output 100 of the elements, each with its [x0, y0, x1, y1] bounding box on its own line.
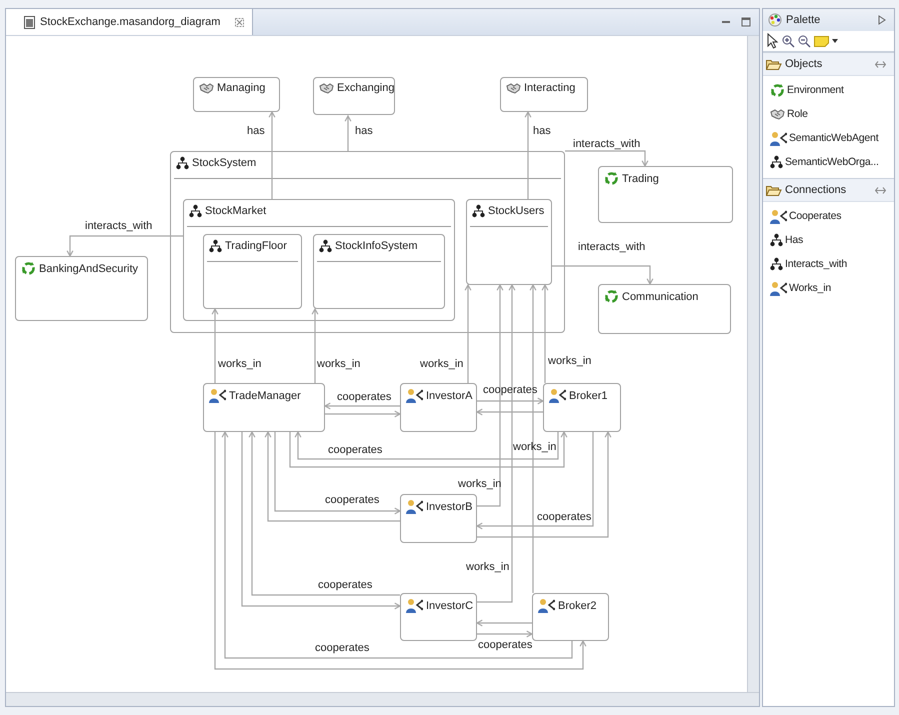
vertical-scrollbar[interactable]: [747, 36, 759, 692]
connector-label: has: [355, 125, 373, 137]
agent-icon: [770, 130, 787, 146]
connector-label: works_in: [466, 561, 510, 573]
organization-icon: [189, 204, 202, 218]
node-label: Trading: [622, 172, 659, 184]
connector-label: cooperates: [478, 639, 532, 651]
open-folder-icon: [766, 58, 782, 70]
palette-icon: [768, 13, 782, 27]
organization-node[interactable]: StockUsers: [466, 199, 552, 285]
pointer-icon[interactable]: [767, 33, 779, 49]
connector-arrow[interactable]: [542, 284, 548, 383]
organization-node[interactable]: StockSystem StockMarket TradingFloor StockInfoSystem StockUsers: [170, 151, 565, 333]
agent-icon: [406, 598, 423, 613]
node-label: InvestorC: [426, 600, 474, 612]
close-icon[interactable]: [235, 18, 244, 26]
connector-arrow[interactable]: [552, 265, 654, 286]
organization-icon: [319, 239, 332, 253]
connector-label: has: [533, 125, 551, 137]
palette-item[interactable]: Works_in: [763, 276, 894, 300]
agent-node[interactable]: InvestorB: [400, 494, 477, 543]
palette-item[interactable]: Has: [763, 228, 894, 252]
connector-label: works_in: [548, 355, 592, 367]
node-label: StockMarket: [205, 205, 266, 217]
node-label: StockSystem: [192, 157, 256, 169]
connector-arrow[interactable]: [268, 110, 276, 199]
connector-label: has: [247, 125, 265, 137]
connector-arrow[interactable]: [344, 114, 352, 151]
connector-label: cooperates: [483, 384, 538, 396]
agent-icon: [770, 208, 787, 224]
organization-node[interactable]: TradingFloor: [203, 234, 302, 309]
node-label: StockInfoSystem: [335, 240, 418, 252]
node-label: TradeManager: [229, 390, 301, 402]
horizontal-scrollbar[interactable]: [6, 692, 759, 706]
node-label: Interacting: [524, 82, 576, 94]
connector-label: interacts_with: [578, 241, 646, 253]
connector-arrow[interactable]: [312, 308, 318, 383]
connector-arrow[interactable]: [464, 284, 472, 383]
palette-item[interactable]: Cooperates: [763, 204, 894, 228]
connector-label: cooperates: [337, 391, 392, 403]
agent-node[interactable]: InvestorA: [400, 383, 477, 432]
node-label: InvestorB: [426, 500, 472, 512]
palette-item[interactable]: Role: [763, 102, 894, 126]
connector-label: works_in: [458, 478, 502, 490]
file-icon: [24, 16, 35, 28]
organization-node[interactable]: StockMarket TradingFloor StockInfoSystem: [183, 199, 455, 321]
organization-icon: [770, 233, 783, 247]
connector-arrow[interactable]: [324, 402, 402, 418]
connector-label: cooperates: [315, 642, 370, 654]
environment-node[interactable]: Trading: [598, 166, 733, 223]
agent-icon: [770, 280, 787, 296]
connector-arrow[interactable]: [66, 235, 183, 258]
node-label: Broker1: [569, 390, 608, 402]
connector-label: cooperates: [328, 444, 382, 456]
organization-node[interactable]: StockInfoSystem: [313, 234, 445, 309]
connector-label: works_in: [420, 358, 464, 370]
role-icon: [319, 82, 334, 94]
agent-node[interactable]: Broker1: [543, 383, 621, 432]
connector-arrow[interactable]: [289, 430, 568, 468]
editor-tab[interactable]: StockExchange.masandorg_diagram: [6, 9, 254, 35]
environment-icon: [21, 261, 36, 276]
connector-arrow[interactable]: [476, 620, 534, 638]
node-label: Managing: [217, 82, 266, 94]
maximize-icon[interactable]: [741, 17, 751, 27]
agent-node[interactable]: Broker2: [532, 593, 609, 641]
connector-arrow[interactable]: [476, 398, 544, 416]
connector-arrow[interactable]: [524, 110, 532, 199]
environment-node[interactable]: BankingAndSecurity: [15, 256, 148, 321]
connector-arrow[interactable]: [212, 308, 218, 383]
role-node[interactable]: Managing: [193, 77, 280, 112]
connector-arrow[interactable]: [264, 430, 402, 522]
role-icon: [199, 82, 214, 94]
node-label: StockUsers: [488, 205, 544, 217]
environment-node[interactable]: Communication: [598, 284, 731, 334]
connector-label: cooperates: [325, 494, 380, 506]
zoom-in-icon[interactable]: [782, 34, 795, 48]
expand-arrow-icon[interactable]: [878, 15, 886, 25]
agent-node[interactable]: InvestorC: [400, 593, 477, 641]
node-label: InvestorA: [426, 390, 472, 402]
palette-item[interactable]: Environment: [763, 78, 894, 102]
role-node[interactable]: Exchanging: [313, 77, 395, 115]
open-folder-icon: [766, 184, 782, 196]
node-label: TradingFloor: [225, 240, 287, 252]
connector-arrow[interactable]: [241, 430, 402, 610]
zoom-out-icon[interactable]: [798, 34, 811, 48]
agent-icon: [209, 388, 226, 403]
connector-label: cooperates: [537, 511, 592, 523]
palette-item[interactable]: SemanticWebAgent: [763, 126, 894, 150]
palette-drawer-header[interactable]: Objects: [763, 52, 894, 76]
role-icon: [770, 108, 785, 120]
role-node[interactable]: Interacting: [500, 77, 588, 112]
node-label: Communication: [622, 290, 698, 302]
palette-item[interactable]: Interacts_with: [763, 252, 894, 276]
palette-drawer-header[interactable]: Connections: [763, 178, 894, 202]
organization-icon: [770, 155, 783, 169]
connector-arrow[interactable]: [565, 150, 648, 168]
organization-icon: [209, 239, 222, 253]
caret-icon[interactable]: [832, 39, 838, 43]
palette-item[interactable]: SemanticWebOrga...: [763, 150, 894, 174]
agent-node[interactable]: TradeManager: [203, 383, 325, 432]
